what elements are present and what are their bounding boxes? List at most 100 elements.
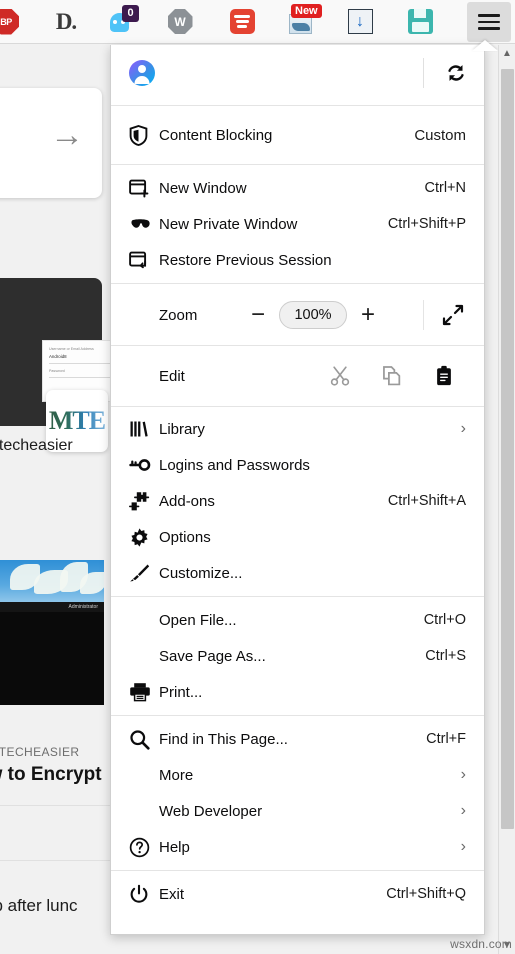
- ublock-origin-icon[interactable]: BP: [0, 2, 28, 42]
- library-icon: [129, 420, 159, 438]
- menu-item-label: Options: [159, 528, 211, 546]
- paintbrush-icon: [129, 563, 159, 583]
- new-window-icon: [129, 179, 159, 198]
- background-divider-2: [0, 860, 112, 861]
- menu-item-exit[interactable]: Exit Ctrl+Shift+Q: [111, 876, 484, 912]
- background-terminal-body: ft Windows [Version 6.3.9600] 3 Microsof…: [0, 612, 104, 705]
- edit-controls-row: Edit: [111, 350, 484, 402]
- open-application-menu-button[interactable]: [467, 2, 511, 42]
- addons-puzzle-icon: [129, 491, 159, 511]
- menu-item-label: Content Blocking: [159, 126, 273, 144]
- account-row-divider: [423, 57, 424, 88]
- zoom-out-button[interactable]: −: [237, 303, 279, 327]
- menu-item-label: Find in This Page...: [159, 730, 288, 748]
- download-helper-glyph: ↓: [347, 9, 373, 34]
- menu-item-shortcut: Ctrl+O: [423, 612, 466, 628]
- chevron-right-icon: ›: [460, 766, 466, 783]
- background-caption-2: ap after lunc: [0, 896, 78, 915]
- gear-icon: [129, 527, 159, 548]
- ghostery-glyph: 0: [109, 4, 139, 36]
- menu-item-label: New Private Window: [159, 215, 298, 233]
- background-caption-1: etecheasier: [0, 437, 73, 454]
- power-icon: [129, 884, 159, 905]
- menu-item-label: More: [159, 766, 194, 784]
- background-card-arrow: →: [0, 88, 102, 198]
- menu-item-shortcut: Ctrl+F: [426, 731, 466, 747]
- menu-item-more[interactable]: More ›: [111, 757, 484, 793]
- paste-button[interactable]: [418, 365, 470, 387]
- chevron-right-icon: ›: [460, 802, 466, 819]
- menu-separator-7: [111, 715, 484, 716]
- browser-toolbar: BP D. 0 W New ↓: [0, 0, 515, 44]
- menu-item-new-private-window[interactable]: New Private Window Ctrl+Shift+P: [111, 206, 484, 242]
- screenshot-extension-icon[interactable]: New: [280, 2, 324, 42]
- ghostery-badge: 0: [122, 4, 139, 22]
- disconnect-glyph: D.: [55, 8, 77, 34]
- background-mte-text: MTE: [48, 406, 106, 435]
- menu-item-label: Customize...: [159, 564, 243, 582]
- menu-item-library[interactable]: Library ›: [111, 411, 484, 447]
- menu-item-open-file[interactable]: Open File... Ctrl+O: [111, 602, 484, 638]
- menu-item-help[interactable]: Help ›: [111, 829, 484, 865]
- menu-item-label: Exit: [159, 885, 185, 903]
- web-of-trust-icon[interactable]: W: [158, 2, 202, 42]
- watermark: wsxdn.com: [450, 937, 512, 951]
- background-terminal-sky: [0, 560, 104, 602]
- menu-item-label: Restore Previous Session: [159, 251, 332, 269]
- menu-separator-5: [111, 406, 484, 407]
- web-of-trust-glyph: W: [167, 9, 193, 34]
- menu-separator-3: [111, 283, 484, 284]
- zoom-row-divider: [423, 300, 424, 330]
- menu-item-label: New Window: [159, 179, 247, 197]
- menu-item-save-page-as[interactable]: Save Page As... Ctrl+S: [111, 638, 484, 674]
- menu-item-new-window[interactable]: New Window Ctrl+N: [111, 170, 484, 206]
- edit-label: Edit: [159, 367, 185, 385]
- save-page-icon[interactable]: [398, 2, 442, 42]
- zoom-in-button[interactable]: +: [347, 303, 389, 327]
- sync-icon: [448, 64, 464, 81]
- menu-item-shortcut: Ctrl+Shift+Q: [386, 886, 466, 902]
- menu-item-web-developer[interactable]: Web Developer ›: [111, 793, 484, 829]
- help-circle-icon: [129, 837, 159, 858]
- scissors-icon: [330, 366, 350, 386]
- full-screen-button[interactable]: [436, 304, 470, 326]
- todoist-icon[interactable]: [220, 2, 264, 42]
- menu-item-shortcut: Ctrl+S: [425, 648, 466, 664]
- account-row[interactable]: [111, 45, 484, 100]
- menu-item-print[interactable]: Print...: [111, 674, 484, 710]
- background-terminal-titlebar: Administrator: [0, 602, 104, 612]
- scrollbar-up-arrow-icon[interactable]: ▲: [499, 45, 515, 62]
- download-helper-icon[interactable]: ↓: [338, 2, 382, 42]
- menu-item-shortcut: Ctrl+Shift+A: [387, 493, 466, 509]
- zoom-reset-button[interactable]: 100%: [279, 301, 347, 329]
- arrow-right-icon: →: [50, 116, 84, 154]
- menu-item-add-ons[interactable]: Add-ons Ctrl+Shift+A: [111, 483, 484, 519]
- restore-session-icon: [129, 251, 159, 270]
- disconnect-icon[interactable]: D.: [44, 2, 88, 42]
- save-page-glyph: [407, 9, 433, 34]
- copy-button[interactable]: [366, 365, 418, 387]
- menu-item-customize[interactable]: Customize...: [111, 555, 484, 591]
- zoom-label: Zoom: [159, 306, 198, 324]
- sync-now-button[interactable]: [442, 61, 470, 85]
- menu-item-restore-previous-session[interactable]: Restore Previous Session: [111, 242, 484, 278]
- private-window-mask-icon: [129, 217, 159, 231]
- menu-separator-1: [111, 105, 484, 106]
- chevron-right-icon: ›: [460, 838, 466, 855]
- menu-item-find-in-this-page[interactable]: Find in This Page... Ctrl+F: [111, 721, 484, 757]
- menu-item-content-blocking[interactable]: Content Blocking Custom: [111, 111, 484, 159]
- background-terminal-card: Administrator ft Windows [Version 6.3.96…: [0, 560, 104, 705]
- todoist-glyph: [229, 9, 255, 34]
- chevron-right-icon: ›: [460, 420, 466, 437]
- account-avatar-icon[interactable]: [129, 59, 155, 86]
- menu-item-options[interactable]: Options: [111, 519, 484, 555]
- menu-item-label: Logins and Passwords: [159, 456, 310, 474]
- clipboard-icon: [437, 365, 451, 386]
- menu-item-logins-and-passwords[interactable]: Logins and Passwords: [111, 447, 484, 483]
- scrollbar-thumb[interactable]: [500, 69, 514, 829]
- ghostery-icon[interactable]: 0: [102, 2, 146, 42]
- ublock-origin-glyph: BP: [0, 8, 19, 35]
- key-icon: [129, 458, 159, 472]
- cut-button[interactable]: [314, 365, 366, 387]
- panel-scrollbar[interactable]: ▲ ▼: [498, 45, 515, 954]
